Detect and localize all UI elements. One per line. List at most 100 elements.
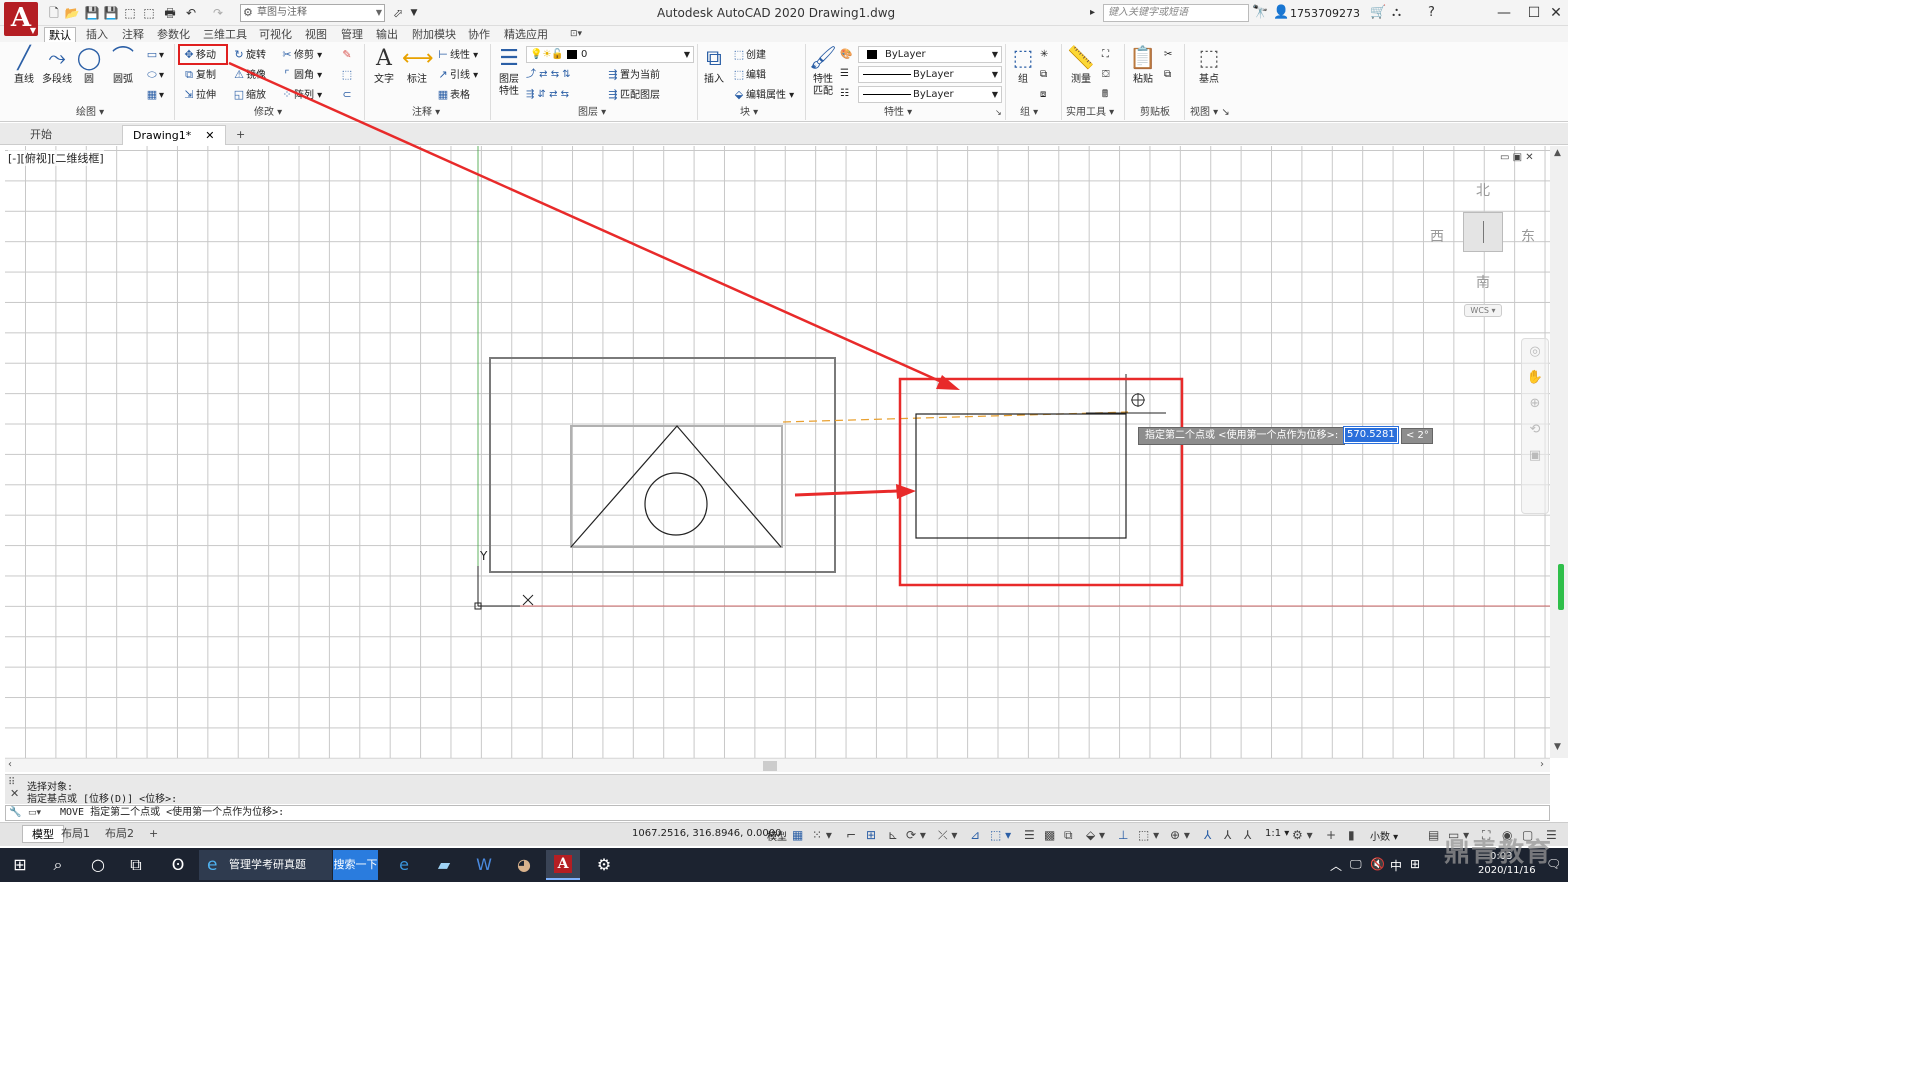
task-view-icon[interactable]: ⧉ [126,856,146,874]
mirror-button[interactable]: ⚠ 镜像 [232,66,266,84]
help-icon[interactable]: ? [1428,5,1435,21]
arc-button[interactable]: ⌒ 圆弧 [108,44,138,86]
gizmo-icon[interactable]: ⊕ ▾ [1170,827,1190,843]
panel-title-utilities[interactable]: 实用工具 ▾ [1066,106,1114,120]
viewport-window-controls[interactable]: ▭ ▣ ✕ [1500,152,1534,163]
search-button[interactable]: 搜索一下 [333,850,378,880]
recent-commands-icon[interactable]: ▭▾ [28,806,41,820]
scroll-right-icon[interactable]: › [1540,759,1544,770]
tab-parametric[interactable]: 参数化 [153,27,194,42]
share-icon[interactable]: ⬀ [390,5,406,21]
edge-icon[interactable]: e [392,856,416,874]
layer-tools-row-1[interactable]: ⤴ ⇄ ⇆ ⇅ [526,66,571,84]
search-icon[interactable]: ⌕ [48,856,68,874]
undo-icon[interactable]: ↶ [183,5,199,21]
polar-tracking-icon[interactable]: ⟳ ▾ [906,827,926,843]
linear-dim-button[interactable]: ⊢ 线性 ▾ [436,46,478,64]
dimension-button[interactable]: ⟷ 标注 [402,44,434,86]
table-button[interactable]: ▦ 表格 [436,86,470,104]
horizontal-scrollbar[interactable]: ‹ › [5,758,1550,772]
erase-button[interactable]: ✎ [340,46,354,64]
panel-title-groups[interactable]: 组 ▾ [1020,106,1038,120]
fillet-button[interactable]: ⌜ 圆角 ▾ [280,66,322,84]
chevron-right-icon[interactable]: ▸ [1090,5,1095,21]
panel-title-clipboard[interactable]: 剪贴板 [1140,106,1170,120]
save-web-icon[interactable]: ⬚ [141,5,157,21]
taskbar-ie-window[interactable]: e 管理学考研真题 [199,850,332,880]
auto-scale-icon[interactable]: ⅄ [1224,827,1231,843]
group-select-icon[interactable]: ⧈ [1040,86,1046,104]
add-layout-plus-icon[interactable]: + [140,825,167,843]
user-name[interactable]: 1753709273 [1290,7,1360,20]
line-button[interactable]: ╱ 直线 [10,44,38,86]
layer-tools-row-2[interactable]: ⇶ ⇵ ⇄ ⇆ [526,86,569,104]
quick-select-icon[interactable]: ⛶ [1102,46,1109,64]
orbit-icon[interactable]: ⟲ [1522,417,1548,443]
panel-title-layers[interactable]: 图层 ▾ [578,106,606,120]
tab-annotate[interactable]: 注释 [118,27,148,42]
circle-button[interactable]: ◯ 圆 [76,44,102,86]
wps-writer-icon[interactable]: W [472,856,496,874]
windows-start-icon[interactable]: ⊞ [10,856,30,874]
lineweight-dropdown[interactable]: ByLayer ▼ [858,86,1002,103]
isodraft-icon[interactable]: ⤫ ▾ [938,827,957,843]
selection-filter-icon[interactable]: ⬚ ▾ [1138,827,1159,843]
tab-home[interactable]: 默认 [44,27,76,42]
annotation-scale-dropdown[interactable]: 1:1 ▾ [1265,828,1289,839]
units-dropdown[interactable]: 小数 ▾ [1370,828,1398,843]
leader-button[interactable]: ↗ 引线 ▾ [436,66,478,84]
snap-icon[interactable]: ⁙ ▾ [812,827,832,843]
distance-input[interactable]: 570.5281 [1343,426,1399,444]
scroll-left-icon[interactable]: ‹ [8,759,12,770]
drawing-canvas[interactable] [5,146,1550,758]
cart-icon[interactable]: 🛒 [1370,5,1386,21]
tab-visualize[interactable]: 可视化 [255,27,296,42]
tab-3d-tools[interactable]: 三维工具 [199,27,251,42]
annotation-visibility-icon[interactable]: ⅄ [1204,827,1211,843]
panel-title-modify[interactable]: 修改 ▾ [254,106,282,120]
viewport-controls-label[interactable]: [-][俯视][二维线框] [8,150,104,166]
lineweight-toggle-icon[interactable]: ☰ [1024,827,1035,843]
explode-button[interactable]: ⬚ [340,66,354,84]
showmotion-icon[interactable]: ▣ [1522,443,1548,469]
scroll-thumb[interactable] [1558,564,1564,610]
3d-osnap-icon[interactable]: ⬙ ▾ [1086,827,1105,843]
tab-add-ins[interactable]: 附加模块 [408,27,460,42]
offset-button[interactable]: ⊂ [340,86,354,104]
insert-block-button[interactable]: ⧉ 插入 [700,44,728,86]
properties-launcher-icon[interactable]: ↘ [995,106,1002,120]
cut-icon[interactable]: ✂ [1164,46,1172,64]
select-all-icon[interactable]: ⛋ [1102,66,1110,84]
ellipse-button[interactable]: ⬭ ▾ [145,66,164,84]
close-tab-icon[interactable]: ✕ [205,129,214,142]
measure-button[interactable]: 📏 测量 [1066,44,1096,86]
plot-icon[interactable]: 🖶 [162,5,178,21]
model-space-button[interactable]: 模型 [767,828,787,843]
wcs-dropdown[interactable]: WCS ▾ [1464,304,1502,317]
angle-input[interactable]: < 2° [1401,428,1433,444]
quick-properties-icon[interactable]: ▤ [1428,827,1439,843]
paste-button[interactable]: 📋 粘贴 [1128,44,1158,86]
trim-button[interactable]: ✂ 修剪 ▾ [280,46,322,64]
ungroup-icon[interactable]: ✳ [1040,46,1048,64]
tab-layout1[interactable]: 布局1 [52,825,99,843]
photo-app-icon[interactable]: ◕ [512,856,536,874]
group-button[interactable]: ⬚ 组 [1009,44,1037,86]
minimize-icon[interactable]: — [1494,3,1514,23]
taskbar-autocad[interactable]: A [546,850,580,880]
tab-featured-apps[interactable]: 精选应用 [500,27,552,42]
viewcube-top-face[interactable] [1463,212,1503,252]
compass-south[interactable]: 南 [1476,272,1490,292]
tab-start[interactable]: 开始 [20,125,62,145]
notepad-icon[interactable]: ▰ [432,856,456,874]
scroll-down-icon[interactable]: ▼ [1554,742,1561,752]
ime-mode-icon[interactable]: ⊞ [1410,857,1420,871]
grid-icon[interactable]: ▦ [792,827,803,843]
polyline-button[interactable]: ⤳ 多段线 [40,44,74,86]
new-file-icon[interactable]: 🗋 [46,5,62,21]
scroll-thumb[interactable] [763,761,777,771]
selection-cycling-icon[interactable]: ⧉ [1064,827,1073,843]
close-icon[interactable]: ✕ [1546,3,1566,23]
stretch-button[interactable]: ⇲ 拉伸 [182,86,216,104]
wrench-icon[interactable]: 🔧 [9,806,21,820]
